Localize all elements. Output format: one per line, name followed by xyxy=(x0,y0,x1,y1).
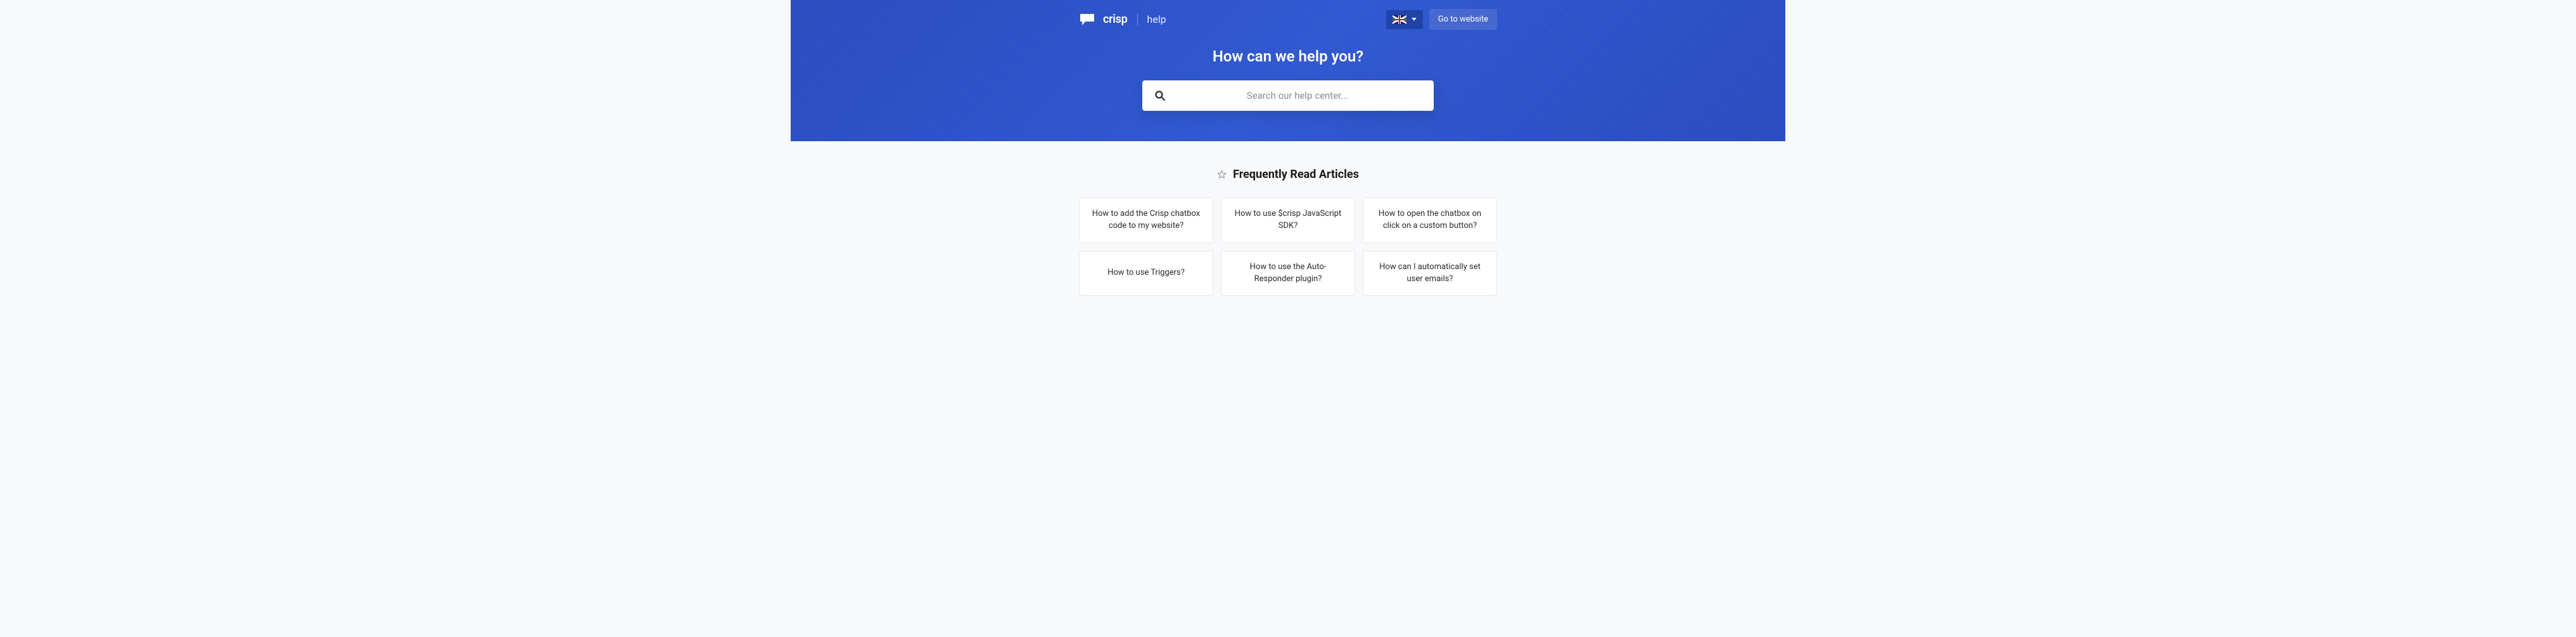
article-card[interactable]: How to use Triggers? xyxy=(1079,251,1213,296)
articles-grid: How to add the Crisp chatbox code to my … xyxy=(1079,198,1497,296)
header: crisp help Go to website How can we help… xyxy=(791,0,1785,141)
hero-title: How can we help you? xyxy=(1079,47,1497,65)
search-box[interactable] xyxy=(1142,80,1434,111)
brand-sub: help xyxy=(1147,13,1166,25)
article-title: How to use $crisp JavaScript SDK? xyxy=(1233,208,1343,232)
article-card[interactable]: How to use $crisp JavaScript SDK? xyxy=(1221,198,1355,243)
section-heading: Frequently Read Articles xyxy=(1079,168,1497,181)
article-card[interactable]: How to add the Crisp chatbox code to my … xyxy=(1079,198,1213,243)
brand[interactable]: crisp help xyxy=(1079,13,1166,27)
article-title: How to use the Auto-Responder plugin? xyxy=(1233,262,1343,286)
search-input[interactable] xyxy=(1174,90,1421,101)
topbar-right: Go to website xyxy=(1386,9,1497,30)
brand-name: crisp xyxy=(1103,13,1127,26)
article-card[interactable]: How can I automatically set user emails? xyxy=(1363,251,1497,296)
chevron-down-icon xyxy=(1412,18,1417,21)
search-icon xyxy=(1155,91,1165,101)
article-title: How can I automatically set user emails? xyxy=(1375,262,1485,286)
crisp-logo-icon xyxy=(1079,13,1095,27)
article-card[interactable]: How to use the Auto-Responder plugin? xyxy=(1221,251,1355,296)
section-heading-text: Frequently Read Articles xyxy=(1233,168,1359,181)
topbar: crisp help Go to website xyxy=(1079,0,1497,47)
article-title: How to open the chatbox on click on a cu… xyxy=(1375,208,1485,232)
uk-flag-icon xyxy=(1393,15,1406,24)
star-icon xyxy=(1217,170,1227,179)
article-title: How to add the Crisp chatbox code to my … xyxy=(1091,208,1201,232)
go-to-website-button[interactable]: Go to website xyxy=(1429,9,1497,30)
brand-divider xyxy=(1137,14,1138,25)
article-card[interactable]: How to open the chatbox on click on a cu… xyxy=(1363,198,1497,243)
article-title: How to use Triggers? xyxy=(1107,267,1185,279)
language-selector[interactable] xyxy=(1386,10,1423,29)
body-section: Frequently Read Articles How to add the … xyxy=(791,141,1785,322)
